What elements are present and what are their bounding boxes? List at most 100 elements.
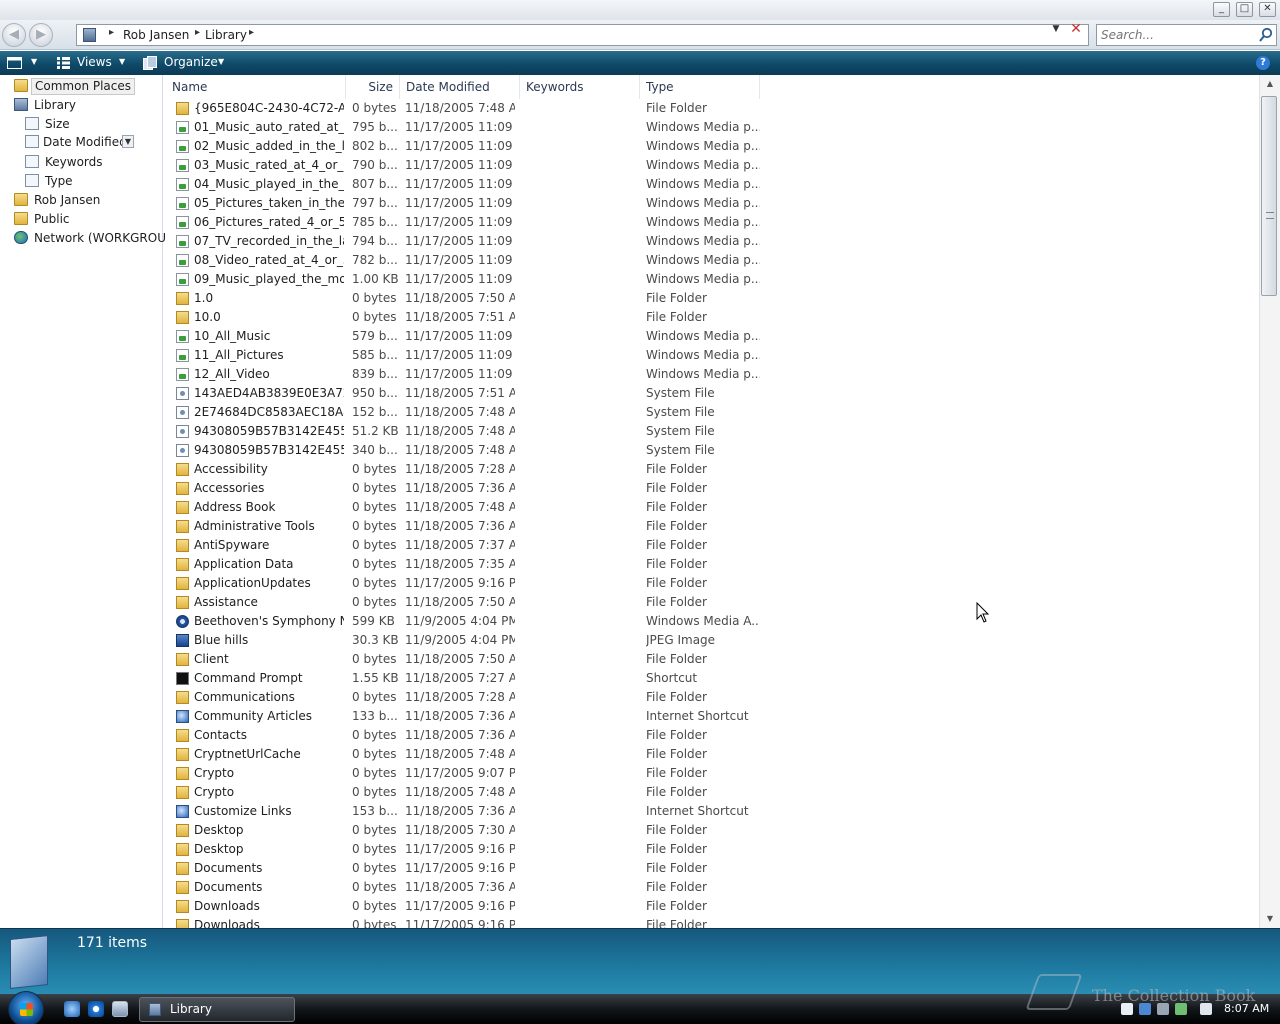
breadcrumb-library[interactable]: Library xyxy=(205,28,247,42)
file-row[interactable]: 09_Music_played_the_most 1.00 KB 11/17/200… xyxy=(166,270,760,289)
file-row[interactable]: Communications 0 bytes 11/18/2005 7:28 AM F… xyxy=(166,688,760,707)
organize-button[interactable]: Organize xyxy=(164,55,218,69)
scroll-up-button[interactable]: ▲ xyxy=(1260,75,1280,93)
file-row[interactable]: Assistance 0 bytes 11/18/2005 7:50 AM File … xyxy=(166,593,760,612)
nav-item-rob-jansen[interactable]: Rob Jansen xyxy=(14,191,154,209)
switch-windows-icon[interactable] xyxy=(112,1001,128,1017)
column-header-name[interactable]: Name xyxy=(166,75,346,99)
nav-item-public[interactable]: Public xyxy=(14,210,154,228)
file-row[interactable]: Desktop 0 bytes 11/17/2005 9:16 PM File Fol… xyxy=(166,840,760,859)
file-row[interactable]: CryptnetUrlCache 0 bytes 11/18/2005 7:48 A… xyxy=(166,745,760,764)
file-row[interactable]: 06_Pictures_rated_4_or_5_s... 785 b... 11/… xyxy=(166,213,760,232)
file-row[interactable]: Accessories 0 bytes 11/18/2005 7:36 AM File… xyxy=(166,479,760,498)
file-row[interactable]: Downloads 0 bytes 11/17/2005 9:16 PM File F… xyxy=(166,897,760,916)
vertical-scrollbar[interactable]: ▲ ▼ xyxy=(1259,75,1280,928)
tray-security-icon[interactable] xyxy=(1121,1003,1133,1015)
file-row[interactable]: Documents 0 bytes 11/17/2005 9:16 PM File F… xyxy=(166,859,760,878)
back-button[interactable]: ◀ xyxy=(2,23,26,47)
file-row[interactable]: 11_All_Pictures 585 b... 11/17/2005 11:09 … xyxy=(166,346,760,365)
file-row[interactable]: 143AED4AB3839E0E3A721... 950 b... 11/18/20… xyxy=(166,384,760,403)
file-row[interactable]: Beethoven's Symphony N... 599 KB 11/9/2005… xyxy=(166,612,760,631)
address-clear-button[interactable]: ✕ xyxy=(1068,21,1084,37)
file-row[interactable]: 08_Video_rated_at_4_or_5_... 782 b... 11/1… xyxy=(166,251,760,270)
file-row[interactable]: Accessibility 0 bytes 11/18/2005 7:28 AM Fi… xyxy=(166,460,760,479)
forward-button[interactable]: ▶ xyxy=(29,23,53,47)
file-row[interactable]: Blue hills 30.3 KB 11/9/2005 4:04 PM JPEG I… xyxy=(166,631,760,650)
close-button[interactable]: ✕ xyxy=(1259,2,1276,17)
organize-dropdown-arrow[interactable]: ▼ xyxy=(218,57,224,66)
views-button[interactable]: Views xyxy=(77,55,112,69)
file-row[interactable]: {965E804C-2430-4C72-AA... 0 bytes 11/18/20… xyxy=(166,99,760,118)
file-row[interactable]: 05_Pictures_taken_in_the_l... 797 b... 11/… xyxy=(166,194,760,213)
file-row[interactable]: Contacts 0 bytes 11/18/2005 7:36 AM File Fo… xyxy=(166,726,760,745)
clock[interactable]: 8:07 AM xyxy=(1224,1002,1269,1015)
date-modified-dropdown-button[interactable]: ▼ xyxy=(122,135,134,148)
column-header-size[interactable]: Size xyxy=(346,75,400,99)
breadcrumb-rob-jansen[interactable]: Rob Jansen xyxy=(123,28,189,42)
nav-item-size[interactable]: Size xyxy=(25,115,155,133)
file-row[interactable]: 2E74684DC8583AEC18A4E... 152 b... 11/18/20… xyxy=(166,403,760,422)
file-row[interactable]: Customize Links 153 b... 11/18/2005 7:36 A… xyxy=(166,802,760,821)
file-row[interactable]: Desktop 0 bytes 11/18/2005 7:30 AM File Fol… xyxy=(166,821,760,840)
nav-item-date-modified[interactable]: Date Modified xyxy=(25,133,127,151)
column-header-date-modified[interactable]: Date Modified xyxy=(400,75,520,99)
nav-item-type[interactable]: Type xyxy=(25,172,155,190)
file-row[interactable]: Documents 0 bytes 11/18/2005 7:36 AM File F… xyxy=(166,878,760,897)
tray-display-icon[interactable] xyxy=(1200,1003,1212,1015)
nav-item-library[interactable]: Library xyxy=(14,96,154,114)
views-dropdown-arrow[interactable]: ▼ xyxy=(119,57,125,66)
file-row[interactable]: Downloads 0 bytes 11/17/2005 9:16 PM File F… xyxy=(166,916,760,928)
file-size: 839 b... xyxy=(352,367,398,381)
scroll-thumb[interactable] xyxy=(1261,96,1277,296)
file-row[interactable]: 12_All_Video 839 b... 11/17/2005 11:09 ...… xyxy=(166,365,760,384)
file-row[interactable]: 1.0 0 bytes 11/18/2005 7:50 AM File Folder xyxy=(166,289,760,308)
nav-item-network[interactable]: Network (WORKGROUP xyxy=(14,229,173,247)
file-row[interactable]: 03_Music_rated_at_4_or_5_... 790 b... 11/1… xyxy=(166,156,760,175)
tray-power-icon[interactable] xyxy=(1175,1003,1187,1015)
file-type: System File xyxy=(646,443,715,457)
file-row[interactable]: Address Book 0 bytes 11/18/2005 7:48 AM Fil… xyxy=(166,498,760,517)
column-header-type[interactable]: Type xyxy=(640,75,760,99)
file-row[interactable]: Crypto 0 bytes 11/18/2005 7:48 AM File Fold… xyxy=(166,783,760,802)
file-row[interactable]: 10_All_Music 579 b... 11/17/2005 11:09 ...… xyxy=(166,327,760,346)
address-bar[interactable]: ▸ Rob Jansen ▸ Library ▸ xyxy=(76,24,1089,46)
internet-explorer-icon[interactable] xyxy=(88,1001,104,1017)
layout-icon[interactable] xyxy=(7,57,22,69)
file-row[interactable]: 94308059B57B3142E455B3... 51.2 KB 11/18/20… xyxy=(166,422,760,441)
file-row[interactable]: Administrative Tools 0 bytes 11/18/2005 7:… xyxy=(166,517,760,536)
file-row[interactable]: Community Articles 133 b... 11/18/2005 7:3… xyxy=(166,707,760,726)
file-row[interactable]: Client 0 bytes 11/18/2005 7:50 AM File Fold… xyxy=(166,650,760,669)
file-row[interactable]: 02_Music_added_in_the_la... 802 b... 11/17… xyxy=(166,137,760,156)
layout-dropdown-arrow[interactable]: ▼ xyxy=(31,57,37,66)
file-row[interactable]: 07_TV_recorded_in_the_las... 794 b... 11/1… xyxy=(166,232,760,251)
breadcrumb-separator[interactable]: ▸ xyxy=(195,27,200,38)
minimize-button[interactable]: _ xyxy=(1213,2,1230,17)
file-row[interactable]: Crypto 0 bytes 11/17/2005 9:07 PM File Fold… xyxy=(166,764,760,783)
maximize-button[interactable]: □ xyxy=(1236,2,1253,17)
nav-item-keywords[interactable]: Keywords xyxy=(25,153,155,171)
tray-volume-icon[interactable] xyxy=(1157,1003,1169,1015)
start-button[interactable] xyxy=(8,991,44,1024)
search-box[interactable] xyxy=(1096,24,1277,46)
file-row[interactable]: 04_Music_played_in_the_l... 807 b... 11/17… xyxy=(166,175,760,194)
file-row[interactable]: 94308059B57B3142E455B3... 340 b... 11/18/2… xyxy=(166,441,760,460)
tray-network-icon[interactable] xyxy=(1139,1003,1151,1015)
address-dropdown-button[interactable]: ▼ xyxy=(1049,24,1063,34)
taskbar-button-library[interactable]: Library xyxy=(139,997,295,1022)
search-icon[interactable] xyxy=(1258,27,1274,43)
file-row[interactable]: Command Prompt 1.55 KB 11/18/2005 7:27 AM S… xyxy=(166,669,760,688)
search-input[interactable] xyxy=(1101,27,1251,43)
file-row[interactable]: 10.0 0 bytes 11/18/2005 7:51 AM File Folder xyxy=(166,308,760,327)
file-row[interactable]: 01_Music_auto_rated_at_5... 795 b... 11/17… xyxy=(166,118,760,137)
breadcrumb-separator[interactable]: ▸ xyxy=(109,27,114,38)
nav-item-common-places[interactable]: Common Places xyxy=(14,77,154,95)
file-row[interactable]: ApplicationUpdates 0 bytes 11/17/2005 9:16… xyxy=(166,574,760,593)
folder-icon xyxy=(176,767,189,780)
file-row[interactable]: AntiSpyware 0 bytes 11/18/2005 7:37 AM File… xyxy=(166,536,760,555)
show-desktop-icon[interactable] xyxy=(64,1001,80,1017)
help-icon[interactable]: ? xyxy=(1256,56,1270,70)
breadcrumb-separator[interactable]: ▸ xyxy=(249,27,254,38)
column-header-keywords[interactable]: Keywords xyxy=(520,75,640,99)
scroll-down-button[interactable]: ▼ xyxy=(1260,910,1280,928)
file-row[interactable]: Application Data 0 bytes 11/18/2005 7:35 A… xyxy=(166,555,760,574)
